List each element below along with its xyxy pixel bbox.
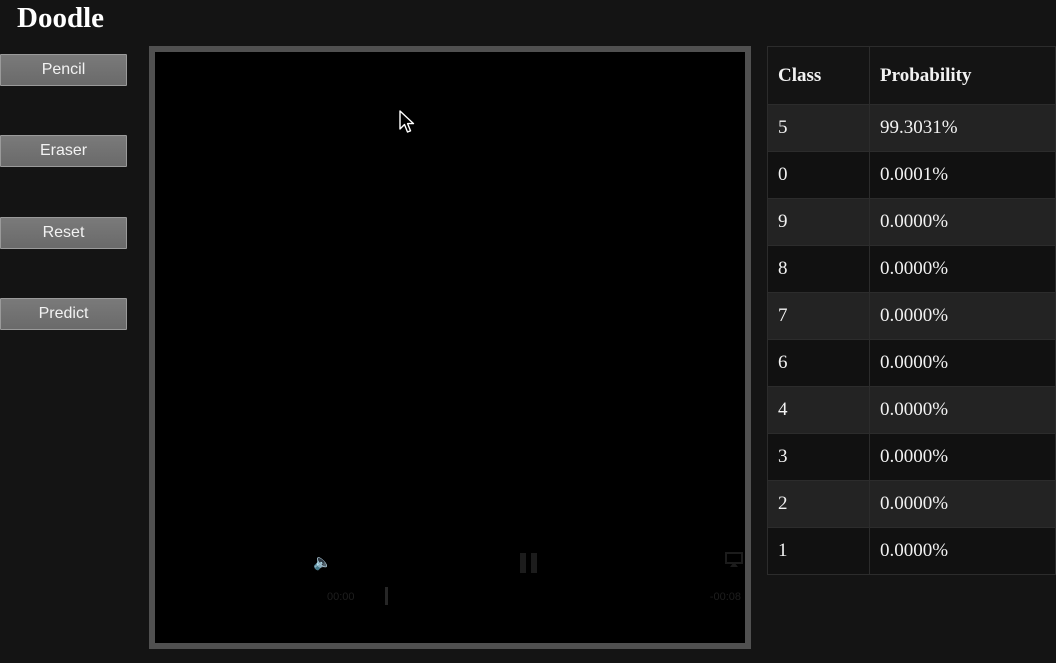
- probability-cell: 0.0001%: [869, 151, 1056, 199]
- table-row: 7 0.0000%: [767, 292, 1056, 340]
- reset-button[interactable]: Reset: [0, 217, 127, 249]
- probability-cell: 0.0000%: [869, 386, 1056, 434]
- class-cell: 5: [767, 104, 870, 152]
- drawing-canvas[interactable]: 🔈 00:00 -00:08: [149, 46, 751, 649]
- table-row: 8 0.0000%: [767, 245, 1056, 293]
- eraser-button[interactable]: Eraser: [0, 135, 127, 167]
- scrubber-handle[interactable]: [385, 587, 388, 605]
- remaining-time: -00:08: [709, 591, 741, 603]
- probability-cell: 0.0000%: [869, 527, 1056, 575]
- table-row: 9 0.0000%: [767, 198, 1056, 246]
- class-cell: 6: [767, 339, 870, 387]
- class-cell: 4: [767, 386, 870, 434]
- app-title: Doodle: [17, 2, 104, 34]
- column-header-class: Class: [767, 46, 870, 105]
- column-header-probability: Probability: [869, 46, 1056, 105]
- table-row: 5 99.3031%: [767, 104, 1056, 152]
- table-row: 0 0.0001%: [767, 151, 1056, 199]
- table-row: 1 0.0000%: [767, 527, 1056, 575]
- probability-cell: 0.0000%: [869, 245, 1056, 293]
- class-cell: 2: [767, 480, 870, 528]
- airplay-icon[interactable]: [725, 552, 743, 568]
- speaker-icon[interactable]: 🔈: [313, 553, 332, 571]
- probability-table: Class Probability 5 99.3031% 0 0.0001% 9…: [767, 46, 1056, 575]
- class-cell: 3: [767, 433, 870, 481]
- table-row: 3 0.0000%: [767, 433, 1056, 481]
- probability-cell: 99.3031%: [869, 104, 1056, 152]
- class-cell: 9: [767, 198, 870, 246]
- probability-cell: 0.0000%: [869, 198, 1056, 246]
- table-header-row: Class Probability: [767, 46, 1056, 105]
- class-cell: 1: [767, 527, 870, 575]
- pencil-button[interactable]: Pencil: [0, 54, 127, 86]
- probability-cell: 0.0000%: [869, 480, 1056, 528]
- video-controls: 🔈 00:00 -00:08: [155, 547, 745, 617]
- probability-cell: 0.0000%: [869, 339, 1056, 387]
- probability-cell: 0.0000%: [869, 433, 1056, 481]
- class-cell: 7: [767, 292, 870, 340]
- class-cell: 0: [767, 151, 870, 199]
- probability-cell: 0.0000%: [869, 292, 1056, 340]
- mouse-cursor-icon: [399, 110, 417, 136]
- elapsed-time: 00:00: [327, 591, 355, 603]
- pause-icon[interactable]: [520, 553, 538, 573]
- table-row: 4 0.0000%: [767, 386, 1056, 434]
- class-cell: 8: [767, 245, 870, 293]
- table-row: 6 0.0000%: [767, 339, 1056, 387]
- table-row: 2 0.0000%: [767, 480, 1056, 528]
- predict-button[interactable]: Predict: [0, 298, 127, 330]
